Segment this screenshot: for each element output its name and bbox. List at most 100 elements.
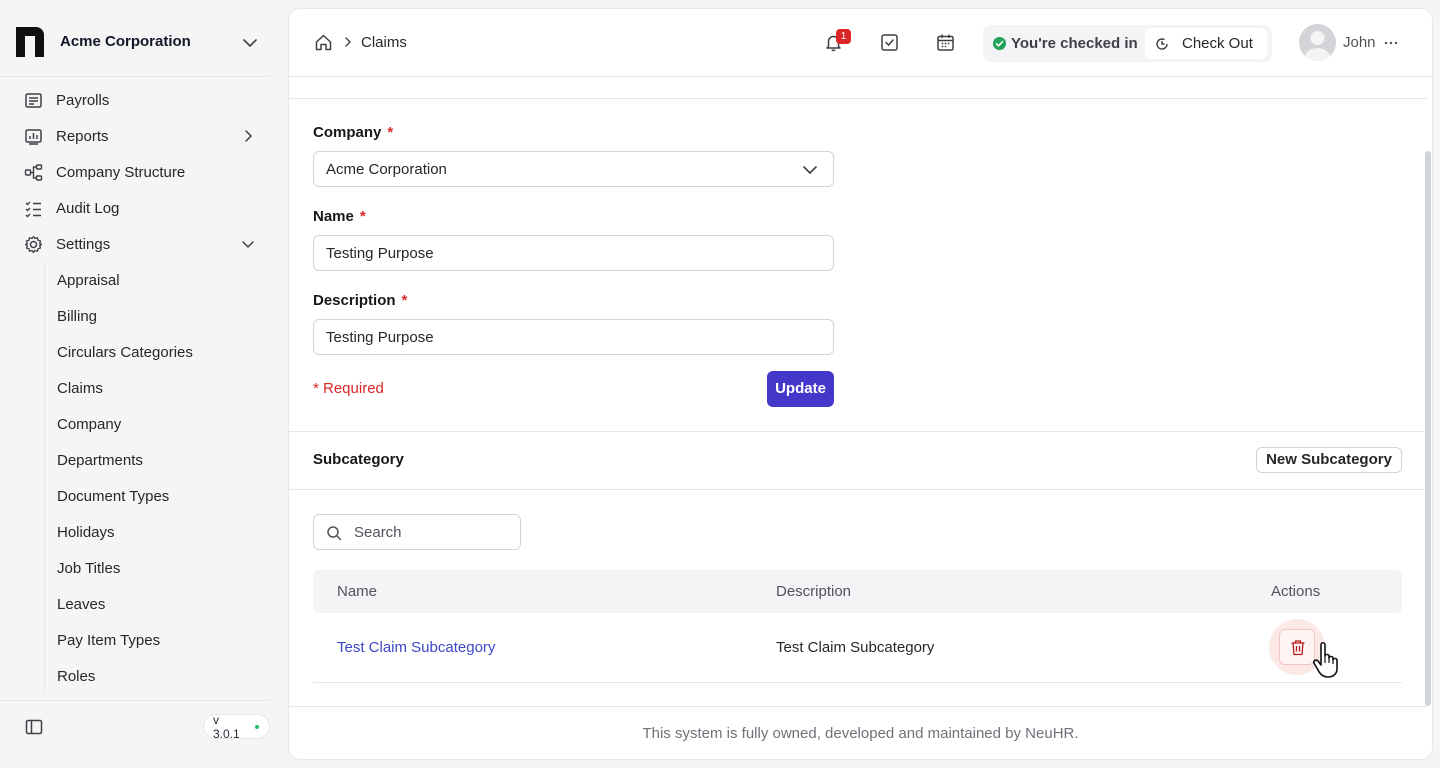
settings-item-label: Pay Item Types [57, 632, 161, 649]
company-label: Company * [313, 124, 393, 141]
breadcrumb-current[interactable]: Claims [361, 34, 407, 51]
description-field[interactable]: Testing Purpose [313, 319, 834, 355]
settings-item-label: Job Titles [57, 560, 121, 577]
settings-item-label: Holidays [57, 524, 115, 541]
divider [289, 98, 1427, 99]
divider [289, 489, 1427, 490]
settings-item-billing[interactable]: Billing [45, 298, 270, 334]
sidebar-item-reports[interactable]: Reports [0, 118, 270, 154]
payroll-icon [25, 93, 42, 108]
company-switcher[interactable]: Acme Corporation [0, 0, 270, 77]
company-select-value: Acme Corporation [326, 161, 447, 178]
settings-item-label: Billing [57, 308, 98, 325]
name-label: Name * [313, 208, 366, 225]
structure-icon [24, 164, 43, 181]
name-field[interactable]: Testing Purpose [313, 235, 834, 271]
settings-item-leaves[interactable]: Leaves [45, 586, 270, 622]
settings-item-pay-item-types[interactable]: Pay Item Types [45, 622, 270, 658]
hand-pointer-icon [1313, 641, 1338, 678]
audit-log-icon [25, 201, 41, 218]
delete-button[interactable] [1279, 629, 1315, 665]
checkin-status: You're checked in [1011, 35, 1138, 52]
settings-item-appraisal[interactable]: Appraisal [45, 262, 270, 298]
user-name[interactable]: John [1343, 34, 1376, 51]
main-panel: Claims 1 You're checked in Check Out Joh… [288, 8, 1433, 760]
settings-item-claims[interactable]: Claims [45, 370, 270, 406]
chevron-down-icon [242, 241, 254, 249]
sidebar-nav: Payrolls Reports Company Structure Audit… [0, 82, 270, 694]
task-check-icon[interactable] [880, 33, 899, 52]
settings-item-document-types[interactable]: Document Types [45, 478, 270, 514]
sidebar-item-label: Reports [56, 128, 109, 145]
clock-arrow-icon [1156, 38, 1168, 50]
sidebar-item-label: Company Structure [56, 164, 186, 181]
settings-item-holidays[interactable]: Holidays [45, 514, 270, 550]
description-label-text: Description [313, 292, 396, 309]
settings-item-label: Roles [57, 668, 96, 685]
check-out-label: Check Out [1182, 35, 1253, 52]
company-select[interactable]: Acme Corporation [313, 151, 834, 187]
avatar[interactable] [1299, 24, 1336, 61]
settings-item-label: Appraisal [57, 272, 120, 289]
required-note: * Required [313, 380, 384, 397]
attendance-widget: You're checked in Check Out [983, 25, 1272, 62]
scrollbar[interactable] [1425, 151, 1431, 706]
column-header-name: Name [337, 583, 378, 600]
notification-badge: 1 [836, 29, 851, 44]
settings-item-circulars-categories[interactable]: Circulars Categories [45, 334, 270, 370]
name-field-value: Testing Purpose [326, 245, 434, 262]
settings-item-company[interactable]: Company [45, 406, 270, 442]
user-silhouette-icon [1304, 31, 1331, 61]
gear-icon [24, 235, 43, 254]
settings-item-label: Document Types [57, 488, 170, 505]
subcategory-name-link[interactable]: Test Claim Subcategory [337, 639, 495, 656]
description-label: Description * [313, 292, 407, 309]
sidebar-item-payrolls[interactable]: Payrolls [0, 82, 270, 118]
more-horizontal-icon[interactable] [1383, 35, 1399, 51]
sidebar-item-audit-log[interactable]: Audit Log [0, 190, 270, 226]
new-subcategory-button[interactable]: New Subcategory [1256, 447, 1402, 473]
settings-item-roles[interactable]: Roles [45, 658, 270, 694]
settings-item-label: Departments [57, 452, 143, 469]
chevron-right-icon [345, 37, 351, 47]
chevron-down-icon[interactable] [241, 34, 259, 52]
chevron-down-icon [803, 166, 817, 175]
version-badge: v 3.0.1 [203, 712, 270, 741]
column-header-description: Description [776, 583, 852, 600]
sidebar-item-company-structure[interactable]: Company Structure [0, 154, 270, 190]
trash-icon [1291, 640, 1305, 656]
divider [289, 706, 1427, 707]
home-icon[interactable] [314, 33, 333, 52]
required-star: * [359, 208, 366, 225]
divider [289, 431, 1427, 432]
version-label: v 3.0.1 [213, 712, 240, 741]
settings-item-label: Claims [57, 380, 103, 397]
check-out-button[interactable]: Check Out [1145, 28, 1267, 59]
table-row: Test Claim Subcategory Test Claim Subcat… [313, 613, 1402, 683]
sidebar-toggle-icon[interactable] [25, 718, 43, 736]
search-field[interactable] [313, 514, 521, 550]
required-star: * [401, 292, 408, 309]
search-input[interactable] [354, 521, 514, 543]
search-icon [327, 526, 342, 541]
reports-icon [25, 129, 42, 145]
sidebar-item-settings[interactable]: Settings [0, 226, 270, 262]
settings-item-departments[interactable]: Departments [45, 442, 270, 478]
sidebar-footer: v 3.0.1 [0, 700, 270, 768]
sidebar-item-label: Settings [56, 236, 111, 253]
update-button[interactable]: Update [767, 371, 834, 407]
footer-text: This system is fully owned, developed an… [642, 725, 1079, 742]
topbar: Claims 1 You're checked in Check Out Joh… [289, 9, 1432, 77]
check-circle-icon [993, 37, 1006, 50]
status-dot [255, 724, 259, 729]
subcategory-heading: Subcategory [313, 451, 404, 468]
settings-item-job-titles[interactable]: Job Titles [45, 550, 270, 586]
settings-item-label: Circulars Categories [57, 344, 193, 361]
settings-item-label: Company [57, 416, 122, 433]
required-star: * [387, 124, 394, 141]
settings-submenu: Appraisal Billing Circulars Categories C… [44, 262, 270, 694]
brand-logo [16, 27, 44, 57]
calendar-icon[interactable] [936, 33, 955, 52]
settings-item-label: Leaves [57, 596, 106, 613]
name-label-text: Name [313, 208, 354, 225]
